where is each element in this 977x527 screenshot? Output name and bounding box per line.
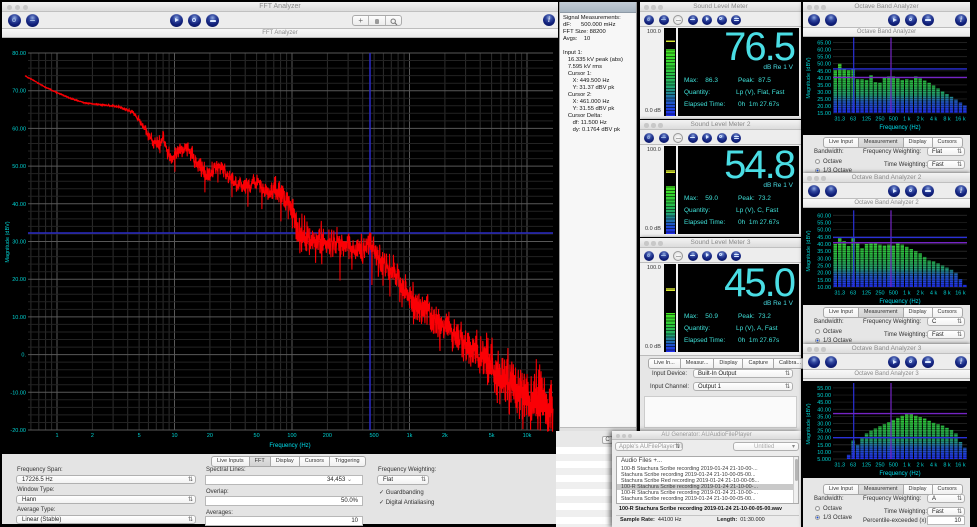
- svg-text:5k: 5k: [489, 433, 495, 439]
- svg-text:8 k: 8 k: [943, 291, 951, 297]
- svg-text:31.3: 31.3: [834, 291, 845, 297]
- svg-text:16 k: 16 k: [955, 463, 966, 469]
- svg-text:30.00: 30.00: [817, 422, 831, 428]
- svg-text:-20.00: -20.00: [10, 428, 26, 434]
- svg-text:250: 250: [875, 463, 884, 469]
- svg-text:35.00: 35.00: [817, 414, 831, 420]
- svg-text:15.00: 15.00: [817, 278, 831, 284]
- svg-text:Magnitude (dBV): Magnitude (dBV): [5, 221, 11, 262]
- svg-text:50.00: 50.00: [817, 228, 831, 234]
- svg-text:63: 63: [850, 117, 856, 123]
- svg-text:Frequency (Hz): Frequency (Hz): [879, 471, 920, 477]
- svg-text:500: 500: [889, 291, 898, 297]
- svg-text:1k: 1k: [407, 433, 413, 439]
- svg-text:5.000: 5.000: [817, 457, 831, 463]
- svg-text:30.00: 30.00: [817, 90, 831, 96]
- svg-text:35.00: 35.00: [817, 249, 831, 255]
- svg-text:40.00: 40.00: [12, 202, 26, 208]
- svg-text:200: 200: [323, 433, 332, 439]
- svg-text:15.00: 15.00: [817, 111, 831, 117]
- svg-text:Frequency (Hz): Frequency (Hz): [879, 299, 920, 305]
- svg-text:1 k: 1 k: [903, 463, 911, 469]
- svg-text:10.00: 10.00: [12, 315, 26, 321]
- svg-text:70.00: 70.00: [12, 89, 26, 95]
- svg-text:20.00: 20.00: [12, 277, 26, 283]
- svg-text:250: 250: [875, 117, 884, 123]
- svg-text:2 k: 2 k: [917, 463, 925, 469]
- svg-text:20.00: 20.00: [817, 436, 831, 442]
- svg-text:45.00: 45.00: [817, 69, 831, 75]
- svg-text:35.00: 35.00: [817, 83, 831, 89]
- svg-text:8 k: 8 k: [943, 463, 951, 469]
- svg-text:2 k: 2 k: [917, 117, 925, 123]
- svg-text:100: 100: [287, 433, 296, 439]
- svg-text:63: 63: [850, 463, 856, 469]
- svg-text:10k: 10k: [523, 433, 532, 439]
- svg-text:60.00: 60.00: [817, 48, 831, 54]
- svg-text:-10.00: -10.00: [10, 390, 26, 396]
- svg-text:Magnitude (dBV): Magnitude (dBV): [806, 230, 812, 271]
- svg-text:30.00: 30.00: [12, 240, 26, 246]
- svg-text:4 k: 4 k: [930, 117, 938, 123]
- svg-text:16 k: 16 k: [955, 291, 966, 297]
- svg-text:250: 250: [875, 291, 884, 297]
- svg-text:50.00: 50.00: [12, 164, 26, 170]
- svg-text:Frequency (Hz): Frequency (Hz): [269, 443, 310, 449]
- svg-text:10: 10: [171, 433, 177, 439]
- svg-text:Frequency (Hz): Frequency (Hz): [879, 125, 920, 131]
- svg-text:8 k: 8 k: [943, 117, 951, 123]
- svg-text:0.: 0.: [21, 353, 26, 359]
- svg-text:2k: 2k: [442, 433, 448, 439]
- svg-text:30.00: 30.00: [817, 256, 831, 262]
- svg-text:31.3: 31.3: [834, 463, 845, 469]
- svg-text:55.00: 55.00: [817, 221, 831, 227]
- svg-text:40.00: 40.00: [817, 76, 831, 82]
- svg-text:60.00: 60.00: [12, 126, 26, 132]
- svg-text:125: 125: [862, 291, 871, 297]
- svg-text:60.00: 60.00: [817, 213, 831, 219]
- svg-text:500: 500: [370, 433, 379, 439]
- svg-text:63: 63: [850, 291, 856, 297]
- svg-text:20.00: 20.00: [817, 104, 831, 110]
- svg-text:55.00: 55.00: [817, 55, 831, 61]
- svg-text:500: 500: [889, 117, 898, 123]
- svg-text:31.3: 31.3: [834, 117, 845, 123]
- svg-text:2 k: 2 k: [917, 291, 925, 297]
- svg-text:50.00: 50.00: [817, 393, 831, 399]
- svg-text:2: 2: [91, 433, 94, 439]
- svg-text:1 k: 1 k: [903, 291, 911, 297]
- svg-text:15.00: 15.00: [817, 443, 831, 449]
- svg-text:125: 125: [862, 463, 871, 469]
- svg-text:50.00: 50.00: [817, 62, 831, 68]
- svg-text:1 k: 1 k: [903, 117, 911, 123]
- svg-text:40.00: 40.00: [817, 242, 831, 248]
- svg-text:40.00: 40.00: [817, 407, 831, 413]
- svg-text:55.00: 55.00: [817, 386, 831, 392]
- svg-text:16 k: 16 k: [955, 117, 966, 123]
- svg-text:25.00: 25.00: [817, 97, 831, 103]
- svg-text:10.00: 10.00: [817, 450, 831, 456]
- svg-text:10.00: 10.00: [817, 285, 831, 291]
- svg-text:25.00: 25.00: [817, 429, 831, 435]
- svg-text:4 k: 4 k: [930, 291, 938, 297]
- svg-text:45.00: 45.00: [817, 400, 831, 406]
- svg-text:5: 5: [138, 433, 141, 439]
- svg-text:25.00: 25.00: [817, 264, 831, 270]
- svg-text:50: 50: [254, 433, 260, 439]
- svg-text:500: 500: [889, 463, 898, 469]
- svg-text:1: 1: [55, 433, 58, 439]
- svg-text:125: 125: [862, 117, 871, 123]
- svg-text:45.00: 45.00: [817, 235, 831, 241]
- svg-text:20.00: 20.00: [817, 271, 831, 277]
- svg-text:4 k: 4 k: [930, 463, 938, 469]
- svg-text:20: 20: [207, 433, 213, 439]
- svg-text:Magnitude (dBV): Magnitude (dBV): [806, 403, 812, 444]
- svg-text:80.00: 80.00: [12, 51, 26, 57]
- svg-text:65.00: 65.00: [817, 41, 831, 47]
- svg-text:Magnitude (dBV): Magnitude (dBV): [806, 57, 812, 98]
